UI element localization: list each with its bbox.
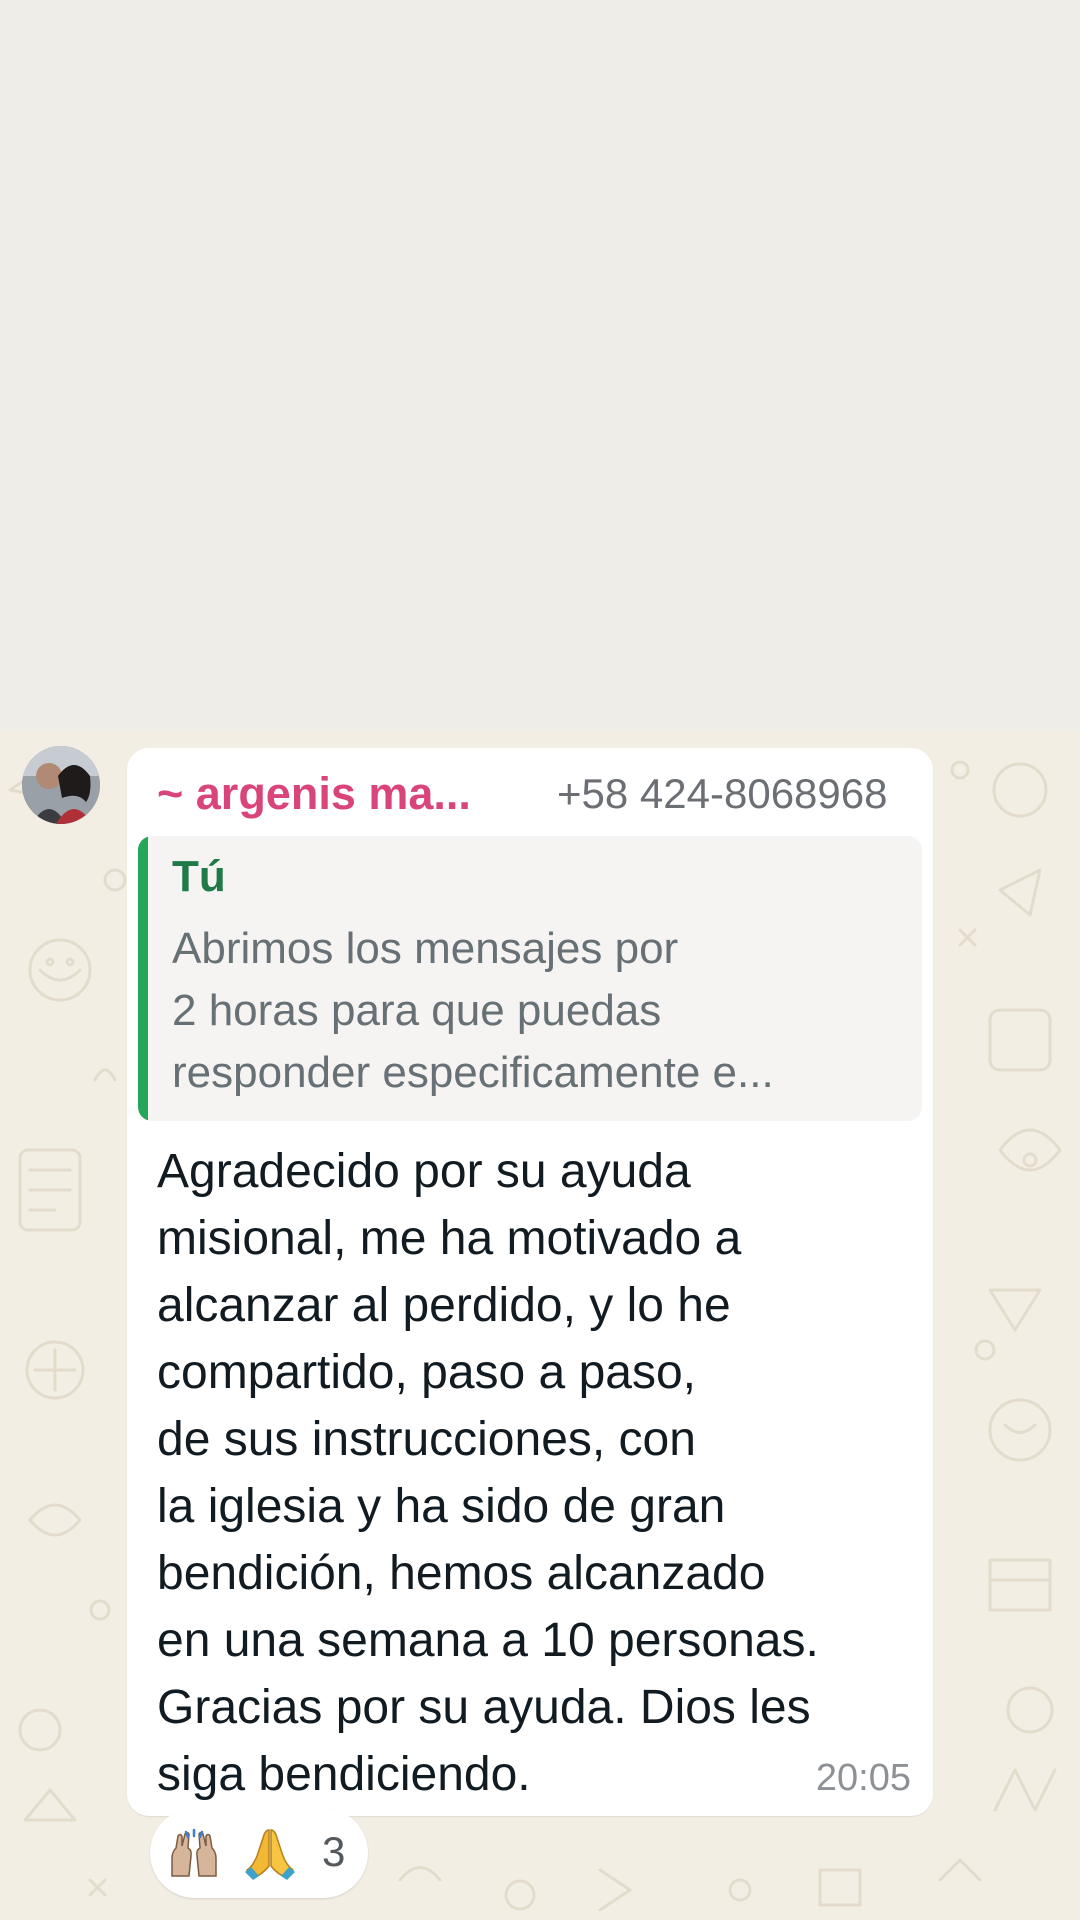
- sender-phone: +58 424-8068968: [557, 770, 888, 817]
- reaction-count: 3: [322, 1828, 346, 1875]
- message-line: misional, me ha motivado a: [157, 1212, 742, 1265]
- message-line: Agradecido por su ayuda: [157, 1145, 691, 1198]
- sender-avatar[interactable]: [22, 746, 100, 824]
- message-line: Gracias por su ayuda. Dios les: [157, 1681, 811, 1734]
- top-empty-area: [0, 0, 1080, 730]
- message-line: en una semana a 10 personas.: [157, 1614, 819, 1667]
- folded-hands-icon: [245, 1829, 295, 1880]
- message-line: compartido, paso a paso,: [157, 1346, 696, 1399]
- quote-accent-bar: [138, 836, 148, 1121]
- message-line: alcanzar al perdido, y lo he: [157, 1279, 731, 1332]
- sender-name[interactable]: ~ argenis ma...: [157, 768, 471, 820]
- message-bubble[interactable]: ~ argenis ma... +58 424-8068968 Tú Abrim…: [127, 748, 933, 1816]
- quoted-line: 2 horas para que puedas: [172, 986, 662, 1035]
- quoted-line: responder especificamente e...: [172, 1048, 774, 1097]
- sender-header: ~ argenis ma... +58 424-8068968: [157, 768, 917, 820]
- message-text: Agradecido por su ayuda misional, me ha …: [157, 1138, 917, 1808]
- message-line: siga bendiciendo.: [157, 1748, 531, 1801]
- message-timestamp: 20:05: [815, 1757, 911, 1799]
- quoted-author: Tú: [172, 852, 226, 901]
- quoted-message[interactable]: Tú Abrimos los mensajes por 2 horas para…: [138, 836, 922, 1121]
- raising-hands-icon: [171, 1828, 217, 1877]
- message-line: de sus instrucciones, con: [157, 1413, 696, 1466]
- quoted-text: Abrimos los mensajes por 2 horas para qu…: [172, 918, 902, 1104]
- message-line: bendición, hemos alcanzado: [157, 1547, 766, 1600]
- message-line: la iglesia y ha sido de gran: [157, 1480, 726, 1533]
- avatar-photo: [22, 746, 100, 824]
- reactions-pill[interactable]: 3: [150, 1808, 368, 1898]
- quoted-line: Abrimos los mensajes por: [172, 924, 679, 973]
